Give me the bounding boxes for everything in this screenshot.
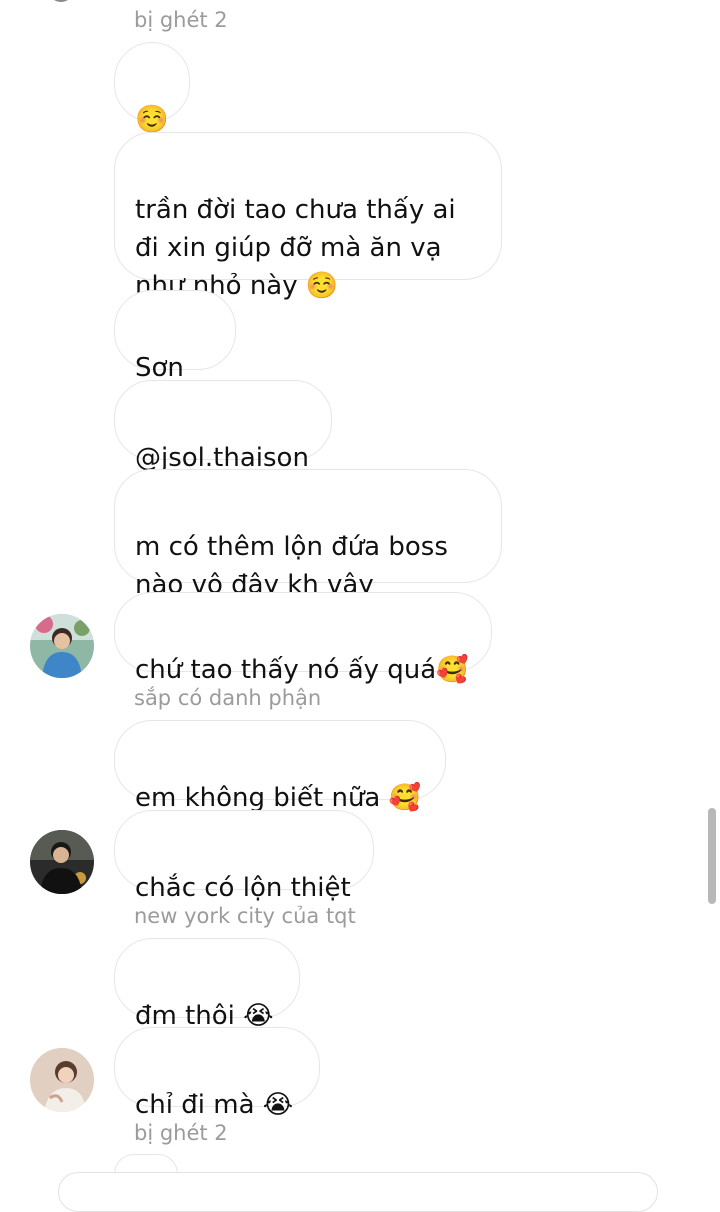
message-composer[interactable] xyxy=(58,1172,658,1212)
message-text: chắc có lộn thiệt xyxy=(135,873,351,903)
sender-label: bị ghét 2 xyxy=(134,8,228,32)
avatar[interactable] xyxy=(30,1048,94,1112)
message-bubble[interactable]: chỉ đi mà 😭 xyxy=(114,1027,320,1120)
message-bubble[interactable]: Sơn ơi xyxy=(114,290,236,421)
message-text: chỉ đi mà 😭 xyxy=(135,1090,294,1120)
avatar-photo-icon xyxy=(30,830,94,894)
message-bubble[interactable]: ☺️ xyxy=(114,42,190,135)
message-bubble[interactable]: m có thêm lộn đứa boss nào vô đây kh vậy xyxy=(114,469,502,600)
message-text: em không biết nữa 🥰 xyxy=(135,783,421,813)
avatar-edge xyxy=(48,0,74,2)
avatar-photo-icon xyxy=(30,614,94,678)
message-text: m có thêm lộn đứa boss nào vô đây kh vậy xyxy=(135,532,448,600)
sender-label: bị ghét 2 xyxy=(134,1121,228,1145)
message-text: ☺️ xyxy=(135,104,169,135)
message-bubble[interactable]: chứ tao thấy nó ấy quá🥰 xyxy=(114,592,492,685)
avatar-photo-icon xyxy=(30,1048,94,1112)
avatar[interactable] xyxy=(30,614,94,678)
message-bubble[interactable]: em không biết nữa 🥰 xyxy=(114,720,446,813)
message-bubble[interactable]: đm thôi 😭 xyxy=(114,938,300,1031)
scrollbar-thumb[interactable] xyxy=(708,808,716,904)
message-bubble[interactable]: chắc có lộn thiệt xyxy=(114,810,374,903)
avatar[interactable] xyxy=(30,830,94,894)
sender-label: sắp có danh phận xyxy=(134,686,322,710)
sender-label: new york city của tqt xyxy=(134,904,356,928)
message-text: chứ tao thấy nó ấy quá🥰 xyxy=(135,655,469,685)
message-text: trần đời tao chưa thấy ai đi xin giúp đỡ… xyxy=(135,195,456,301)
message-bubble[interactable]: trần đời tao chưa thấy ai đi xin giúp đỡ… xyxy=(114,132,502,301)
message-bubble[interactable]: @jsol.thaison xyxy=(114,380,332,473)
